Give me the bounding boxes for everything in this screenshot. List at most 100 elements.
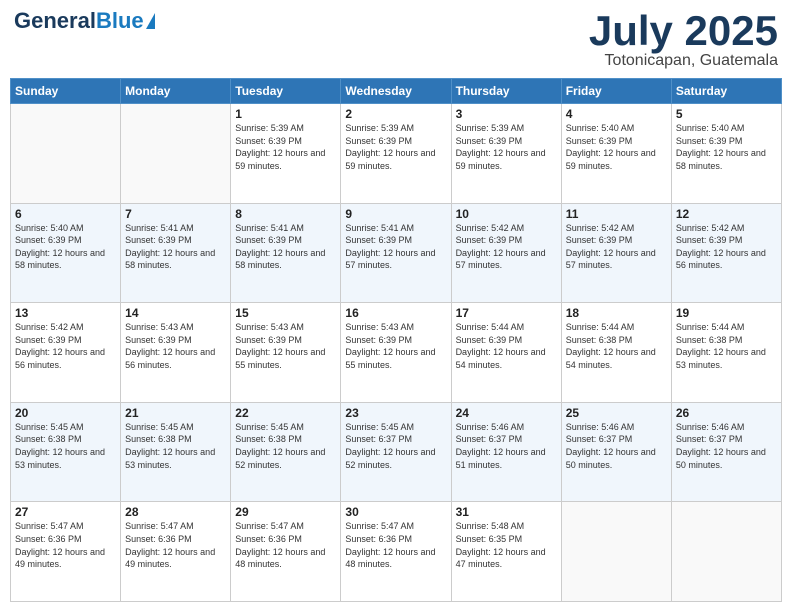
day-header-monday: Monday [121,79,231,104]
calendar-table: SundayMondayTuesdayWednesdayThursdayFrid… [10,78,782,602]
day-number: 29 [235,505,336,519]
day-number: 19 [676,306,777,320]
header-right: July 2025 Totonicapan, Guatemala [589,10,778,70]
day-info: Sunrise: 5:41 AMSunset: 6:39 PMDaylight:… [235,223,325,271]
day-info: Sunrise: 5:45 AMSunset: 6:37 PMDaylight:… [345,422,435,470]
day-info: Sunrise: 5:44 AMSunset: 6:38 PMDaylight:… [566,322,656,370]
day-number: 24 [456,406,557,420]
calendar-cell: 6 Sunrise: 5:40 AMSunset: 6:39 PMDaylight… [11,203,121,303]
calendar-cell: 13 Sunrise: 5:42 AMSunset: 6:39 PMDayligh… [11,303,121,403]
calendar-cell: 12 Sunrise: 5:42 AMSunset: 6:39 PMDayligh… [671,203,781,303]
day-info: Sunrise: 5:47 AMSunset: 6:36 PMDaylight:… [15,521,105,569]
day-number: 27 [15,505,116,519]
day-header-sunday: Sunday [11,79,121,104]
day-number: 13 [15,306,116,320]
calendar-week-row: 1 Sunrise: 5:39 AMSunset: 6:39 PMDaylight… [11,104,782,204]
calendar-cell [11,104,121,204]
day-number: 5 [676,107,777,121]
calendar-cell: 20 Sunrise: 5:45 AMSunset: 6:38 PMDayligh… [11,402,121,502]
day-info: Sunrise: 5:39 AMSunset: 6:39 PMDaylight:… [235,123,325,171]
day-number: 28 [125,505,226,519]
calendar-cell [671,502,781,602]
calendar-cell: 17Sunrise: 5:44 AMSunset: 6:39 PMDayligh… [451,303,561,403]
day-number: 21 [125,406,226,420]
calendar-cell: 19 Sunrise: 5:44 AMSunset: 6:38 PMDayligh… [671,303,781,403]
day-header-saturday: Saturday [671,79,781,104]
day-number: 18 [566,306,667,320]
day-info: Sunrise: 5:44 AMSunset: 6:39 PMDaylight:… [456,322,546,370]
calendar-cell: 16Sunrise: 5:43 AMSunset: 6:39 PMDayligh… [341,303,451,403]
calendar-week-row: 27 Sunrise: 5:47 AMSunset: 6:36 PMDayligh… [11,502,782,602]
calendar-cell: 5 Sunrise: 5:40 AMSunset: 6:39 PMDaylight… [671,104,781,204]
day-info: Sunrise: 5:45 AMSunset: 6:38 PMDaylight:… [235,422,325,470]
calendar-cell: 9 Sunrise: 5:41 AMSunset: 6:39 PMDaylight… [341,203,451,303]
day-number: 4 [566,107,667,121]
day-number: 6 [15,207,116,221]
page: GeneralBlue July 2025 Totonicapan, Guate… [0,0,792,612]
day-info: Sunrise: 5:40 AMSunset: 6:39 PMDaylight:… [566,123,656,171]
day-info: Sunrise: 5:40 AMSunset: 6:39 PMDaylight:… [676,123,766,171]
calendar-cell: 18 Sunrise: 5:44 AMSunset: 6:38 PMDayligh… [561,303,671,403]
day-number: 15 [235,306,336,320]
calendar-cell: 23 Sunrise: 5:45 AMSunset: 6:37 PMDayligh… [341,402,451,502]
logo-text: GeneralBlue [14,10,144,32]
day-number: 14 [125,306,226,320]
calendar-week-row: 6 Sunrise: 5:40 AMSunset: 6:39 PMDaylight… [11,203,782,303]
day-info: Sunrise: 5:44 AMSunset: 6:38 PMDaylight:… [676,322,766,370]
calendar-cell: 11 Sunrise: 5:42 AMSunset: 6:39 PMDayligh… [561,203,671,303]
calendar-cell: 27 Sunrise: 5:47 AMSunset: 6:36 PMDayligh… [11,502,121,602]
day-number: 9 [345,207,446,221]
day-info: Sunrise: 5:41 AMSunset: 6:39 PMDaylight:… [345,223,435,271]
day-info: Sunrise: 5:39 AMSunset: 6:39 PMDaylight:… [456,123,546,171]
day-number: 7 [125,207,226,221]
day-info: Sunrise: 5:43 AMSunset: 6:39 PMDaylight:… [125,322,215,370]
day-info: Sunrise: 5:41 AMSunset: 6:39 PMDaylight:… [125,223,215,271]
day-number: 2 [345,107,446,121]
calendar-cell: 30Sunrise: 5:47 AMSunset: 6:36 PMDayligh… [341,502,451,602]
day-info: Sunrise: 5:47 AMSunset: 6:36 PMDaylight:… [345,521,435,569]
calendar-cell: 3 Sunrise: 5:39 AMSunset: 6:39 PMDaylight… [451,104,561,204]
day-info: Sunrise: 5:40 AMSunset: 6:39 PMDaylight:… [15,223,105,271]
header: GeneralBlue July 2025 Totonicapan, Guate… [10,10,782,70]
calendar-cell: 25Sunrise: 5:46 AMSunset: 6:37 PMDayligh… [561,402,671,502]
day-number: 3 [456,107,557,121]
day-number: 1 [235,107,336,121]
calendar-cell: 28 Sunrise: 5:47 AMSunset: 6:36 PMDayligh… [121,502,231,602]
logo: GeneralBlue [14,10,155,32]
day-number: 25 [566,406,667,420]
day-number: 11 [566,207,667,221]
day-number: 23 [345,406,446,420]
day-info: Sunrise: 5:45 AMSunset: 6:38 PMDaylight:… [15,422,105,470]
day-info: Sunrise: 5:42 AMSunset: 6:39 PMDaylight:… [566,223,656,271]
month-title: July 2025 [589,10,778,52]
location-title: Totonicapan, Guatemala [589,52,778,70]
day-number: 12 [676,207,777,221]
calendar-cell: 24 Sunrise: 5:46 AMSunset: 6:37 PMDayligh… [451,402,561,502]
day-number: 20 [15,406,116,420]
day-info: Sunrise: 5:47 AMSunset: 6:36 PMDaylight:… [125,521,215,569]
day-info: Sunrise: 5:42 AMSunset: 6:39 PMDaylight:… [15,322,105,370]
day-number: 10 [456,207,557,221]
day-info: Sunrise: 5:42 AMSunset: 6:39 PMDaylight:… [676,223,766,271]
calendar-header-row: SundayMondayTuesdayWednesdayThursdayFrid… [11,79,782,104]
day-info: Sunrise: 5:46 AMSunset: 6:37 PMDaylight:… [676,422,766,470]
day-info: Sunrise: 5:45 AMSunset: 6:38 PMDaylight:… [125,422,215,470]
calendar-cell: 2Sunrise: 5:39 AMSunset: 6:39 PMDaylight… [341,104,451,204]
calendar-cell: 7 Sunrise: 5:41 AMSunset: 6:39 PMDaylight… [121,203,231,303]
calendar-cell: 29 Sunrise: 5:47 AMSunset: 6:36 PMDayligh… [231,502,341,602]
day-number: 26 [676,406,777,420]
day-number: 8 [235,207,336,221]
calendar-cell [561,502,671,602]
calendar-cell: 4 Sunrise: 5:40 AMSunset: 6:39 PMDaylight… [561,104,671,204]
calendar-cell: 1 Sunrise: 5:39 AMSunset: 6:39 PMDaylight… [231,104,341,204]
day-info: Sunrise: 5:48 AMSunset: 6:35 PMDaylight:… [456,521,546,569]
day-info: Sunrise: 5:42 AMSunset: 6:39 PMDaylight:… [456,223,546,271]
calendar-cell: 8 Sunrise: 5:41 AMSunset: 6:39 PMDaylight… [231,203,341,303]
day-info: Sunrise: 5:47 AMSunset: 6:36 PMDaylight:… [235,521,325,569]
day-info: Sunrise: 5:46 AMSunset: 6:37 PMDaylight:… [456,422,546,470]
day-info: Sunrise: 5:43 AMSunset: 6:39 PMDaylight:… [345,322,435,370]
calendar-cell: 22 Sunrise: 5:45 AMSunset: 6:38 PMDayligh… [231,402,341,502]
day-info: Sunrise: 5:43 AMSunset: 6:39 PMDaylight:… [235,322,325,370]
day-number: 22 [235,406,336,420]
calendar-week-row: 13 Sunrise: 5:42 AMSunset: 6:39 PMDayligh… [11,303,782,403]
